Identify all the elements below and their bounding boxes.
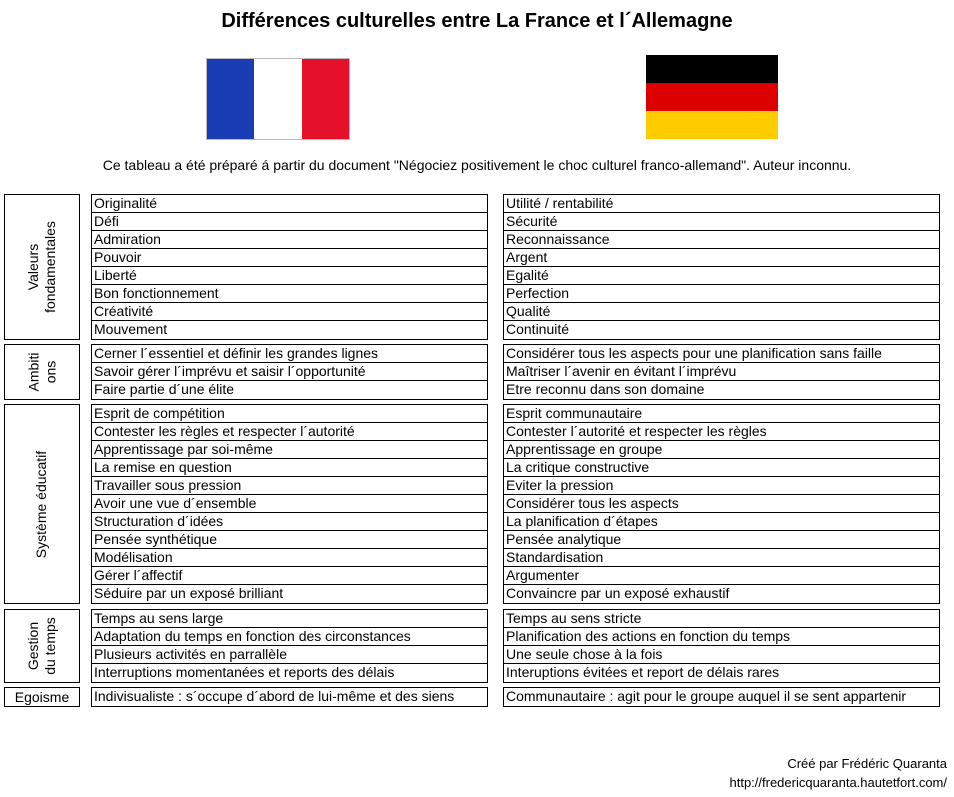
table-cell: Convaincre par un exposé exhaustif (506, 585, 730, 601)
section-label-line: du temps (42, 617, 58, 675)
germany-column: Esprit communautaire Contester l´autorité… (503, 404, 940, 604)
table-cell: Temps au sens large (92, 610, 487, 628)
table-cell: Une seule chose à la fois (504, 646, 939, 664)
table-cell: Temps au sens stricte (504, 610, 939, 628)
table-cell: Indivisualiste : s´occupe d´abord de lui… (94, 688, 455, 704)
table-cell: La remise en question (92, 459, 487, 477)
table-cell: Standardisation (504, 549, 939, 567)
germany-flag-icon (646, 55, 778, 139)
flag-stripe-white (254, 59, 302, 139)
section-label: Valeurs fondamentales (25, 221, 59, 313)
table-cell: Créativité (92, 303, 487, 321)
flag-stripe-red (301, 59, 349, 139)
flag-stripe-blue (207, 59, 255, 139)
table-cell: Structuration d´idées (92, 513, 487, 531)
table-cell: Eviter la pression (504, 477, 939, 495)
table-cell: Contester les règles et respecter l´auto… (92, 423, 487, 441)
table-cell: Admiration (92, 231, 487, 249)
table-cell: Modélisation (92, 549, 487, 567)
table-cell: Argent (504, 249, 939, 267)
table-cell: Plusieurs activités en parrallèle (92, 646, 487, 664)
section-label: Ambiti ons (25, 353, 59, 392)
germany-column: Considérer tous les aspects pour une pla… (503, 344, 940, 400)
credit-author: Créé par Frédéric Quaranta (787, 756, 947, 771)
table-cell: Esprit de compétition (92, 405, 487, 423)
credit-url[interactable]: http://fredericquaranta.hautetfort.com/ (729, 773, 947, 792)
flag-stripe-red (646, 83, 778, 111)
table-cell: Gérer l´affectif (92, 567, 487, 585)
section-label: Système éducatif (34, 450, 51, 557)
flag-stripe-gold (646, 111, 778, 139)
table-cell: Avoir une vue d´ensemble (92, 495, 487, 513)
section-label-box: Valeurs fondamentales (4, 194, 80, 340)
table-cell: Bon fonctionnement (92, 285, 487, 303)
section-label-line: fondamentales (42, 221, 58, 313)
germany-column: Communautaire : agit pour le groupe auqu… (503, 687, 940, 707)
table-cell: Egalité (504, 267, 939, 285)
france-flag-icon (206, 58, 350, 140)
flag-stripe-black (646, 55, 778, 83)
germany-column: Temps au sens stricte Planification des a… (503, 609, 940, 683)
table-cell: La planification d´étapes (504, 513, 939, 531)
table-cell: Esprit communautaire (504, 405, 939, 423)
table-cell: Défi (92, 213, 487, 231)
france-column: Temps au sens large Adaptation du temps e… (91, 609, 488, 683)
section-label: Gestion du temps (25, 617, 59, 675)
table-cell: Sécurité (504, 213, 939, 231)
section-label-line: Egoisme (14, 689, 70, 705)
table-cell: Pensée analytique (504, 531, 939, 549)
table-cell: Cerner l´essentiel et définir les grande… (92, 345, 487, 363)
table-cell: Considérer tous les aspects (504, 495, 939, 513)
section-label-line: ons (42, 360, 58, 384)
table-cell: Perfection (504, 285, 939, 303)
table-cell: Faire partie d´une élite (94, 381, 235, 397)
table-cell: Communautaire : agit pour le groupe auqu… (506, 688, 907, 704)
section-label-box: Egoisme (4, 687, 80, 707)
table-cell: Pensée synthétique (92, 531, 487, 549)
table-cell: Contester l´autorité et respecter les rè… (504, 423, 939, 441)
germany-column: Utilité / rentabilité Sécurité Reconnaissa… (503, 194, 940, 340)
table-cell: Apprentissage par soi-même (92, 441, 487, 459)
table-cell: Liberté (92, 267, 487, 285)
table-cell: Considérer tous les aspects pour une pla… (504, 345, 939, 363)
source-note: Ce tableau a été préparé á partir du doc… (102, 157, 852, 173)
table-cell: Maîtriser l´avenir en évitant l´imprévu (504, 363, 939, 381)
table-cell: Originalité (92, 195, 487, 213)
france-column: Cerner l´essentiel et définir les grande… (91, 344, 488, 400)
section-label-box: Système éducatif (4, 404, 80, 604)
table-cell: Séduire par un exposé brilliant (94, 585, 284, 601)
table-cell: Planification des actions en fonction du… (504, 628, 939, 646)
table-cell: Apprentissage en groupe (504, 441, 939, 459)
table-cell: Interuptions évitées et report de délais… (506, 664, 780, 680)
table-cell: La critique constructive (504, 459, 939, 477)
page-title: Différences culturelles entre La France … (221, 10, 733, 32)
table-cell: Qualité (504, 303, 939, 321)
table-cell: Adaptation du temps en fonction des circ… (92, 628, 487, 646)
credit: Créé par Frédéric Quaranta http://freder… (729, 754, 947, 792)
section-label-line: Valeurs (25, 243, 41, 291)
table-cell: Mouvement (94, 321, 168, 337)
table-cell: Reconnaissance (504, 231, 939, 249)
section-label-line: Gestion (25, 621, 41, 671)
table-cell: Interruptions momentanées et reports des… (94, 664, 395, 680)
france-column: Esprit de compétition Contester les règle… (91, 404, 488, 604)
table-cell: Etre reconnu dans son domaine (506, 381, 705, 397)
table-cell: Travailler sous pression (92, 477, 487, 495)
section-label: Egoisme (15, 689, 69, 705)
table-cell: Argumenter (504, 567, 939, 585)
france-column: Originalité Défi Admiration Pouvoir Liberté B… (91, 194, 488, 340)
table-cell: Utilité / rentabilité (504, 195, 939, 213)
section-label-box: Ambiti ons (4, 344, 80, 400)
france-column: Indivisualiste : s´occupe d´abord de lui… (91, 687, 488, 707)
table-cell: Continuité (506, 321, 570, 337)
section-label-line: Système éducatif (33, 450, 50, 558)
section-label-line: Ambiti (25, 352, 41, 392)
section-label-box: Gestion du temps (4, 609, 80, 683)
table-cell: Pouvoir (92, 249, 487, 267)
table-cell: Savoir gérer l´imprévu et saisir l´oppor… (92, 363, 487, 381)
